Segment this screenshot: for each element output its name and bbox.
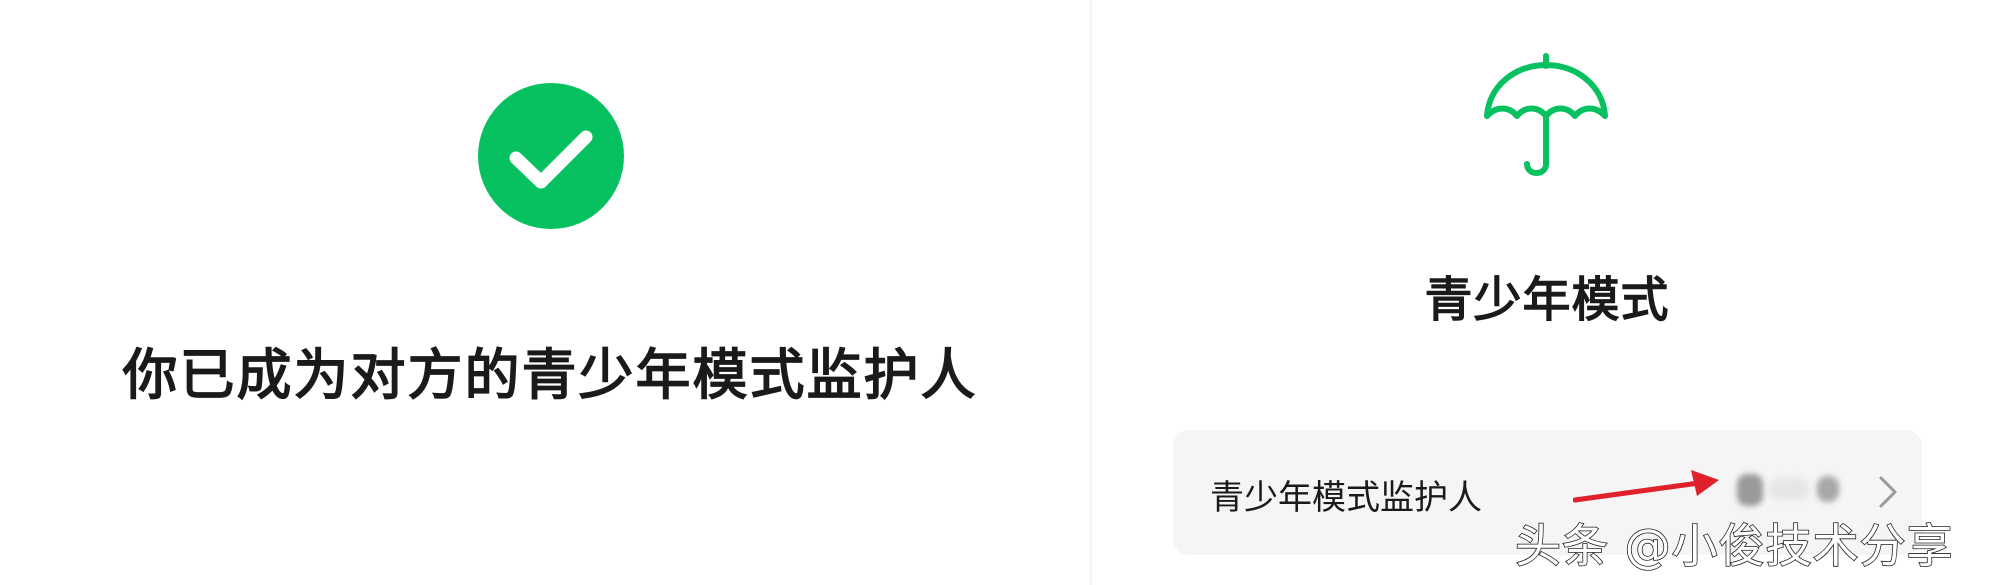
umbrella-icon (1484, 53, 1608, 176)
guardian-name-obscured (1733, 468, 1873, 512)
red-arrow-icon (1573, 470, 1719, 503)
blurred-name (1769, 478, 1809, 500)
check-circle-icon (478, 83, 624, 229)
teen-mode-screen: 青少年模式 青少年模式监护人 (1092, 0, 2003, 585)
watermark: 头条 @小俊技术分享 (1514, 518, 1954, 574)
chevron-right-icon (1879, 476, 1897, 508)
guardian-success-screen: 你已成为对方的青少年模式监护人 (0, 0, 1090, 585)
blurred-name-end (1817, 476, 1839, 502)
screenshot-canvas: 你已成为对方的青少年模式监护人 青少年模式 青少年模式监护人 头条 @小俊技术分… (0, 0, 2003, 585)
blurred-avatar (1737, 474, 1763, 506)
success-message: 你已成为对方的青少年模式监护人 (122, 343, 978, 407)
guardian-row-label: 青少年模式监护人 (1210, 478, 1482, 518)
page-title: 青少年模式 (1424, 272, 1670, 328)
